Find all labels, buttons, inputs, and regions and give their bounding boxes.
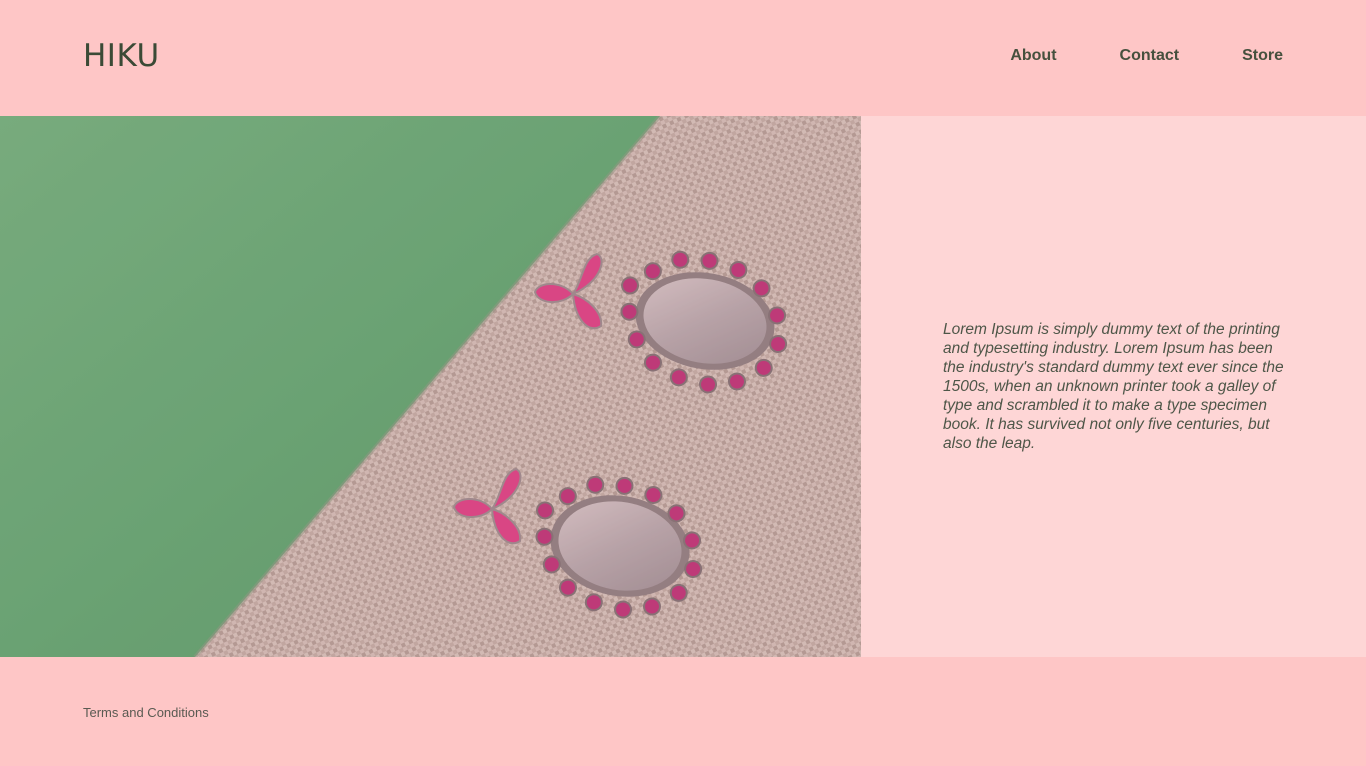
terms-link[interactable]: Terms and Conditions xyxy=(83,705,209,720)
site-header: HIKU About Contact Store xyxy=(0,0,1366,116)
nav-contact-link[interactable]: Contact xyxy=(1120,47,1180,65)
main-nav: About Contact Store xyxy=(947,47,1283,65)
hero-description: Lorem Ipsum is simply dummy text of the … xyxy=(943,321,1284,452)
nav-about-link[interactable]: About xyxy=(1010,47,1056,65)
nav-store-link[interactable]: Store xyxy=(1242,47,1283,65)
hero-image xyxy=(0,116,861,657)
site-logo[interactable]: HIKU xyxy=(83,38,160,74)
hero-text-panel: Lorem Ipsum is simply dummy text of the … xyxy=(861,116,1366,657)
site-footer: Terms and Conditions xyxy=(0,657,1366,766)
